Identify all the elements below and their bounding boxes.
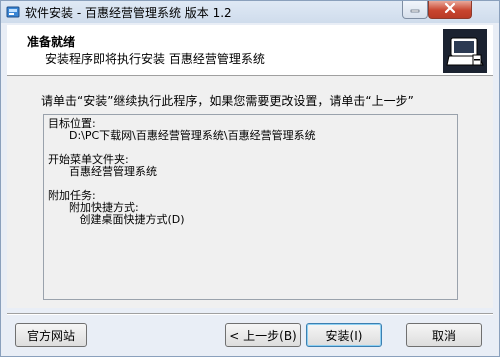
- cancel-button[interactable]: 取消: [406, 323, 482, 347]
- page-title: 准备就绪: [27, 35, 76, 49]
- minimize-icon: [410, 3, 420, 17]
- installer-app-icon: [6, 5, 20, 19]
- start-menu-value: 百惠经营管理系统: [68, 165, 157, 178]
- wizard-body: 请单击“安装”继续执行此程序，如果您需要更改设置，请单击“上一步” 目标位置: …: [7, 76, 493, 308]
- instruction-text: 请单击“安装”继续执行此程序，如果您需要更改设置，请单击“上一步”: [41, 94, 414, 108]
- page-subtitle: 安装程序即将执行安装 百惠经营管理系统: [45, 52, 265, 66]
- window-title: 软件安装 - 百惠经营管理系统 版本 1.2: [25, 6, 232, 20]
- close-button[interactable]: [428, 1, 472, 19]
- ready-memo[interactable]: 目标位置: D:\PC下载网\百惠经营管理系统\百惠经营管理系统 开始菜单文件夹…: [43, 114, 458, 300]
- title-bar[interactable]: 软件安装 - 百惠经营管理系统 版本 1.2: [1, 1, 499, 23]
- close-icon: [444, 2, 456, 17]
- official-site-button[interactable]: 官方网站: [15, 323, 87, 347]
- minimize-button[interactable]: [402, 1, 428, 19]
- tasks-item: 创建桌面快捷方式(D): [79, 213, 185, 226]
- install-button[interactable]: 安装(I): [306, 323, 382, 347]
- wizard-header: 准备就绪 安装程序即将执行安装 百惠经营管理系统: [7, 25, 493, 76]
- back-button[interactable]: < 上一步(B): [225, 323, 301, 347]
- dest-value: D:\PC下载网\百惠经营管理系统\百惠经营管理系统: [68, 129, 316, 142]
- button-separator: [7, 313, 493, 315]
- installer-window: 软件安装 - 百惠经营管理系统 版本 1.2 准备就绪 安装程序即将执行安装 百…: [0, 0, 500, 357]
- computer-install-icon: [443, 29, 487, 73]
